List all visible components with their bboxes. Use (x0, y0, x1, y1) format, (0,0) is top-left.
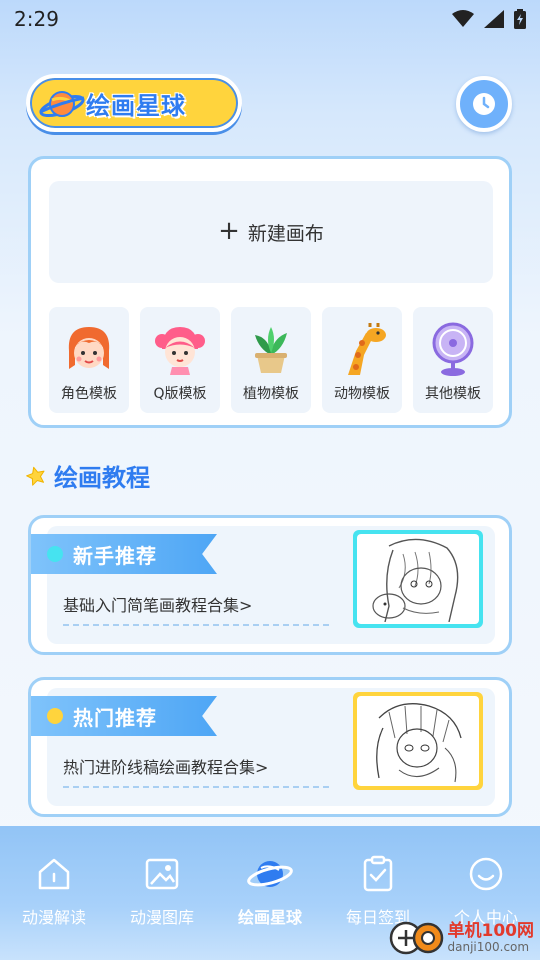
chibi-girl-icon (155, 327, 205, 375)
canvas-card: + 新建画布 角色模板 Q版模板 植物模板 动物模板 其他模板 (28, 156, 512, 428)
template-character[interactable]: 角色模板 (49, 307, 129, 413)
potted-plant-icon (255, 327, 287, 373)
new-canvas-button[interactable]: + 新建画布 (49, 181, 493, 283)
anime-girl-lineart-image (376, 703, 462, 783)
section-title-text: 绘画教程 (54, 464, 150, 492)
clock-icon (473, 93, 495, 115)
watermark-text: 单机100网 danji100.com (447, 920, 535, 954)
planet-logo-icon (39, 91, 85, 118)
tutorial-tag-label: 新手推荐 (73, 543, 157, 568)
app-title: 绘画星球 (86, 91, 186, 120)
tutorial-tag: 热门推荐 (31, 696, 217, 736)
signal-icon (484, 10, 504, 28)
template-label: 植物模板 (243, 386, 299, 402)
watermark-url: danji100.com (447, 939, 530, 954)
nav-label: 绘画星球 (237, 908, 302, 927)
nav-item-drawing-planet[interactable]: 绘画星球 (216, 854, 324, 928)
template-label: 动物模板 (334, 386, 390, 402)
girl-face-icon (68, 327, 110, 369)
watermark-title: 单机100网 (447, 920, 535, 941)
header: 绘画星球 (26, 74, 512, 134)
smile-face-icon (469, 857, 503, 891)
planet-icon (247, 861, 293, 887)
template-animal[interactable]: 动物模板 (322, 307, 402, 413)
wifi-icon (452, 10, 474, 27)
giraffe-icon (348, 323, 386, 375)
battery-icon (514, 9, 526, 29)
template-plant[interactable]: 植物模板 (231, 307, 311, 413)
tutorial-card-popular[interactable]: 热门推荐 热门进阶线稿绘画教程合集> (28, 677, 512, 817)
electric-fan-icon (432, 322, 474, 376)
nav-item-anime-gallery[interactable]: 动漫图库 (108, 854, 216, 928)
tutorial-thumbnail[interactable] (353, 530, 483, 628)
thumbnail-frame (357, 696, 479, 786)
clipboard-check-icon (363, 855, 393, 892)
tag-dot (47, 546, 63, 562)
tutorial-tag-label: 热门推荐 (73, 705, 157, 730)
app-title-badge: 绘画星球 (26, 74, 242, 132)
divider (63, 624, 329, 626)
tutorial-thumbnail[interactable] (353, 692, 483, 790)
tutorial-card-beginner[interactable]: 新手推荐 基础入门简笔画教程合集> (28, 515, 512, 655)
template-label: Q版模板 (153, 386, 207, 402)
nav-label: 动漫解读 (21, 908, 86, 927)
status-time: 2:29 (14, 7, 59, 31)
bottom-nav: 动漫解读 动漫图库 绘画星球 每日签到 个人中心 单机100网 danji100… (0, 826, 540, 960)
template-chibi[interactable]: Q版模板 (140, 307, 220, 413)
tutorial-link[interactable]: 热门进阶线稿绘画教程合集> (63, 754, 268, 778)
new-canvas-label: 新建画布 (247, 222, 324, 245)
template-label: 其他模板 (425, 386, 481, 402)
tutorial-tag: 新手推荐 (31, 534, 217, 574)
watermark-logo-icon (389, 921, 443, 955)
house-icon (38, 858, 70, 890)
section-title: 绘画教程 (26, 458, 150, 493)
tag-dot (47, 708, 63, 724)
status-bar: 2:29 (0, 0, 540, 38)
nav-items: 动漫解读 动漫图库 绘画星球 每日签到 个人中心 (0, 854, 540, 928)
divider (63, 786, 329, 788)
nav-item-profile[interactable]: 个人中心 (432, 854, 540, 928)
nav-item-daily-checkin[interactable]: 每日签到 (324, 854, 432, 928)
star-icon (26, 466, 45, 486)
tutorial-card-inner: 热门推荐 热门进阶线稿绘画教程合集> (31, 688, 495, 806)
tutorial-card-inner: 新手推荐 基础入门简笔画教程合集> (31, 526, 495, 644)
status-icons (452, 9, 526, 29)
nav-label: 动漫图库 (129, 908, 194, 927)
template-list: 角色模板 Q版模板 植物模板 动物模板 其他模板 (49, 307, 493, 413)
watermark: 单机100网 danji100.com (388, 920, 535, 956)
template-label: 角色模板 (61, 386, 117, 402)
anime-girl-sketch-image (372, 538, 459, 622)
nav-item-anime-review[interactable]: 动漫解读 (0, 854, 108, 928)
history-button[interactable] (456, 76, 512, 132)
image-icon (145, 858, 179, 890)
thumbnail-frame (357, 534, 479, 624)
template-other[interactable]: 其他模板 (413, 307, 493, 413)
plus-icon: + (218, 215, 240, 246)
tutorial-link[interactable]: 基础入门简笔画教程合集> (63, 592, 252, 616)
